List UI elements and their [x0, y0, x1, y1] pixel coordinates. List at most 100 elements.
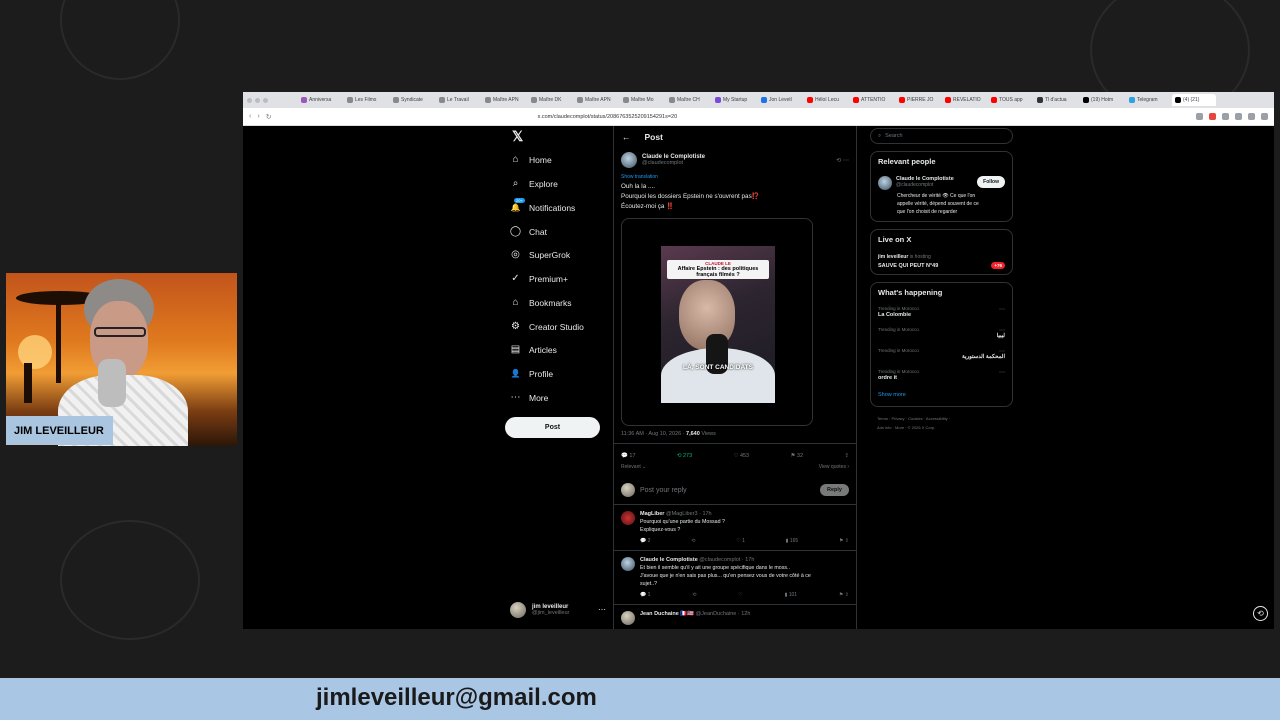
bookmark-icon[interactable]: ⚑ ⇪	[839, 538, 849, 544]
relevant-person[interactable]: Claude le Complotiste @claudecomplot Fol…	[878, 176, 1005, 190]
window-controls[interactable]	[247, 97, 268, 103]
more-icon[interactable]: ⋯	[999, 327, 1005, 334]
live-card[interactable]: Live on X jim leveilleur is hosting SAUV…	[870, 229, 1013, 275]
browser-tab[interactable]: Maître CH	[666, 94, 710, 106]
live-space[interactable]: SAUVE QUI PEUT N°49 +76	[878, 262, 1005, 269]
post-text: Ouh la la .... Pourquoi les dossiers Eps…	[621, 183, 760, 210]
search-icon: ⌕	[512, 178, 519, 189]
url-field[interactable]: x.com/claudecomplot/status/2086763525209…	[538, 114, 1190, 120]
browser-tab[interactable]: Les Films	[344, 94, 388, 106]
grok-icon[interactable]: ⟲	[1253, 606, 1268, 621]
views-button[interactable]: ▮ 165	[786, 538, 798, 544]
show-translation-link[interactable]: Show translation	[614, 168, 856, 180]
browser-tab[interactable]: ATTENTIO	[850, 94, 894, 106]
background-doodle	[60, 0, 180, 80]
post-author[interactable]: Claude le Complotiste @claudecomplot ⟲ ⋯	[614, 152, 856, 168]
browser-tab[interactable]: TOUS app	[988, 94, 1032, 106]
browser-tab[interactable]: PIERRE JO	[896, 94, 940, 106]
reply-button[interactable]: 💬 2	[640, 538, 650, 544]
back-arrow-icon[interactable]: ←	[622, 132, 631, 142]
account-switcher[interactable]: jim leveilleur @jim_leveilleur ⋯	[510, 602, 606, 618]
view-quotes-link[interactable]: View quotes ›	[819, 464, 849, 470]
nav-creator-studio[interactable]: ⚙ Creator Studio	[510, 321, 584, 332]
video-frame[interactable]: CLAUDE LE Affaire Epstein : des politique…	[661, 246, 775, 403]
browser-tab[interactable]: Telegram	[1126, 94, 1170, 106]
reply-input[interactable]: Post your reply	[640, 487, 815, 494]
browser-tab[interactable]: Syndicate	[390, 94, 434, 106]
views-button[interactable]: ▮ 101	[785, 592, 797, 598]
follow-button[interactable]: Follow	[977, 176, 1005, 188]
video-caption-top: CLAUDE LE Affaire Epstein : des politique…	[667, 260, 769, 279]
extension-icon[interactable]	[1235, 113, 1242, 120]
nav-notifications[interactable]: 🔔 20+ Notifications	[510, 198, 575, 213]
like-button[interactable]: ♡ 453	[733, 453, 749, 459]
extension-icon[interactable]	[1222, 113, 1229, 120]
avatar[interactable]	[878, 176, 892, 190]
post-video[interactable]: CLAUDE LE Affaire Epstein : des politique…	[621, 218, 813, 426]
reply-actions: 💬 1 ⟲ ♡ ▮ 101 ⚑ ⇪	[640, 592, 849, 598]
trend-item[interactable]: Trending in Morocco المحكمة الدستورية ⋯	[878, 348, 1005, 360]
avatar[interactable]	[621, 611, 635, 625]
nav-more[interactable]: ⋯ More	[510, 392, 549, 403]
trend-item[interactable]: Trending in Morocco La Colombie ⋯	[878, 306, 1005, 318]
browser-tab[interactable]: My Startup	[712, 94, 756, 106]
search-input[interactable]: ⌕ Search	[870, 128, 1013, 144]
forward-icon[interactable]: ›	[257, 113, 259, 120]
reply-button[interactable]: 💬 1	[640, 592, 650, 598]
share-icon[interactable]: ⇪	[844, 453, 849, 459]
repost-button[interactable]: ⟲	[692, 592, 696, 598]
nav-explore[interactable]: ⌕ Explore	[510, 178, 558, 189]
avatar[interactable]	[621, 511, 635, 525]
browser-tab[interactable]: Maître Mo	[620, 94, 664, 106]
browser-tab[interactable]: REVELATIO	[942, 94, 986, 106]
bookmark-icon[interactable]: ⚑ ⇪	[839, 592, 849, 598]
browser-tab[interactable]: Jon Levetl	[758, 94, 802, 106]
reload-icon[interactable]: ↻	[266, 113, 272, 121]
nav-bookmarks[interactable]: ⌂ Bookmarks	[510, 297, 571, 308]
nav-home[interactable]: ⌂ Home	[510, 154, 551, 165]
repost-button[interactable]: ⟲	[691, 538, 695, 544]
more-icon[interactable]: ⋯	[598, 605, 606, 614]
reply-button[interactable]: 💬 17	[621, 453, 636, 459]
browser-tab[interactable]: Maître APN	[574, 94, 618, 106]
nav-premium[interactable]: ✓ Premium+	[510, 273, 568, 284]
like-button[interactable]: ♡ 1	[736, 538, 745, 544]
back-icon[interactable]: ‹	[249, 113, 251, 120]
browser-tab[interactable]: Maître APN	[482, 94, 526, 106]
browser-tab[interactable]: Maître DK	[528, 94, 572, 106]
x-logo-icon[interactable]: 𝕏	[512, 128, 523, 145]
menu-icon[interactable]	[1261, 113, 1268, 120]
more-icon[interactable]: ⋯	[999, 306, 1005, 313]
nav-profile[interactable]: 👤 Profile	[510, 368, 554, 379]
reply-item[interactable]: Claude le Complotiste @claudecomplot · 1…	[614, 551, 856, 605]
browser-tab[interactable]: Héloï Lecu	[804, 94, 848, 106]
avatar[interactable]	[621, 557, 635, 571]
sort-dropdown[interactable]: Relevant ⌄	[621, 464, 646, 470]
extension-icon[interactable]	[1248, 113, 1255, 120]
footer-links[interactable]: Terms · Privacy · Cookies · Accessibilit…	[870, 414, 1013, 432]
avatar[interactable]	[621, 152, 637, 168]
reply-submit-button[interactable]: Reply	[820, 484, 849, 496]
grok-more-icons[interactable]: ⟲ ⋯	[836, 157, 849, 164]
extension-icon[interactable]	[1209, 113, 1216, 120]
nav-supergrok[interactable]: ◎ SuperGrok	[510, 249, 570, 260]
reply-item[interactable]: MagLiber @MagLiber3 · 17h Pourquoi qu'un…	[614, 505, 856, 551]
nav-chat[interactable]: ◯ Chat	[510, 226, 547, 237]
more-icon[interactable]: ⋯	[999, 348, 1005, 355]
trend-item[interactable]: Trending in Morocco ليبيا ⋯	[878, 327, 1005, 339]
like-button[interactable]: ♡	[738, 592, 742, 598]
reply-item[interactable]: Jean Duchaine 🇫🇷🇺🇸 @JeanDuchaine · 12h	[614, 605, 856, 627]
post-button[interactable]: Post	[505, 417, 600, 438]
extension-icon[interactable]	[1196, 113, 1203, 120]
browser-tab[interactable]: Anniversa	[298, 94, 342, 106]
browser-tab[interactable]: Tl d'actua	[1034, 94, 1078, 106]
trend-item[interactable]: Trending in Morocco ordre it ⋯	[878, 369, 1005, 381]
nav-articles[interactable]: ▤ Articles	[510, 344, 557, 355]
repost-button[interactable]: ⟲ 273	[677, 453, 692, 459]
show-more-link[interactable]: Show more	[878, 392, 1005, 398]
bookmark-button[interactable]: ⚑ 32	[790, 453, 803, 459]
browser-tab[interactable]: (19) Hotm	[1080, 94, 1124, 106]
browser-tab-active[interactable]: (4) (21)	[1172, 94, 1216, 106]
more-icon[interactable]: ⋯	[999, 369, 1005, 376]
browser-tab[interactable]: Le Travail	[436, 94, 480, 106]
